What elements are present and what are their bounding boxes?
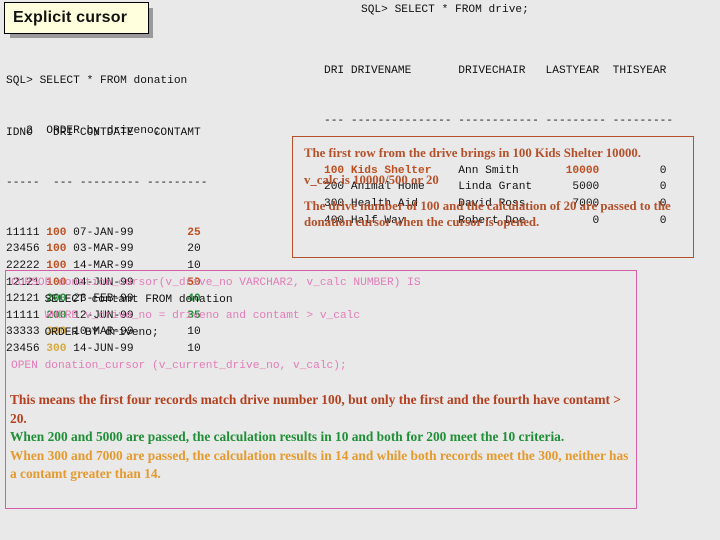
cursor-code-line: OPEN donation_cursor (v_current_drive_no… [11,359,347,372]
cell-contamt: 20 [140,243,201,256]
cell-contamt: 25 [140,226,201,239]
cell-idno: 11111 [6,226,47,239]
explanation-paragraph: When 300 and 7000 are passed, the calcul… [10,447,629,482]
left-prompt-line-1: SQL> SELECT * FROM donation [6,75,188,88]
cell-idno: 23456 [6,243,47,256]
table-row: 11111 100 07-JAN-99 25 [6,225,207,242]
cursor-code-block: CURSOR donation_cursor(v_drive_no VARCHA… [11,275,421,375]
title-box: Explicit cursor [4,2,149,34]
cell-dri: 100 [46,226,74,239]
cursor-code-line: WHERE v_drive_no = driveno and contamt >… [11,310,361,323]
callout-line-2: v_calc is 10000/500 or 20 [304,172,439,187]
cursor-code-line [11,341,421,358]
callout-box: The first row from the drive brings in 1… [292,136,694,258]
callout-line-3: The drive number of 100 and the calculat… [304,199,671,229]
page-title: Explicit cursor [13,9,128,26]
cursor-code-line: CURSOR donation_cursor(v_drive_no VARCHA… [11,277,421,289]
drive-table-header: DRI DRIVENAME DRIVECHAIR LASTYEAR THISYE… [324,65,667,78]
donation-table-header: IDNO DRI CONTDATE CONTAMT [6,127,201,140]
cell-contdate: 03-MAR-99 [73,243,141,256]
slide-root: Explicit cursor SQL> SELECT * FROM donat… [0,0,720,540]
right-sql-prompt: SQL> SELECT * FROM drive; [361,4,529,16]
cursor-code-line: ORDER BY driveno; [11,326,159,339]
explanation-paragraph: This means the first four records match … [10,392,621,426]
donation-table-rule: ----- --- --------- --------- [6,176,208,189]
drive-table-rule: --- --------------- ------------ -------… [324,114,674,127]
explanation-paragraph: When 200 and 5000 are passed, the calcul… [10,429,565,445]
cursor-code-line: SELECT contamt FROM donation [11,293,233,306]
cell-dri: 100 [46,243,74,256]
explanation-text-block: This means the first four records match … [10,391,630,484]
table-row: 23456 100 03-MAR-99 20 [6,241,207,258]
callout-line-1: The first row from the drive brings in 1… [304,146,641,160]
cell-contdate: 07-JAN-99 [73,226,141,239]
